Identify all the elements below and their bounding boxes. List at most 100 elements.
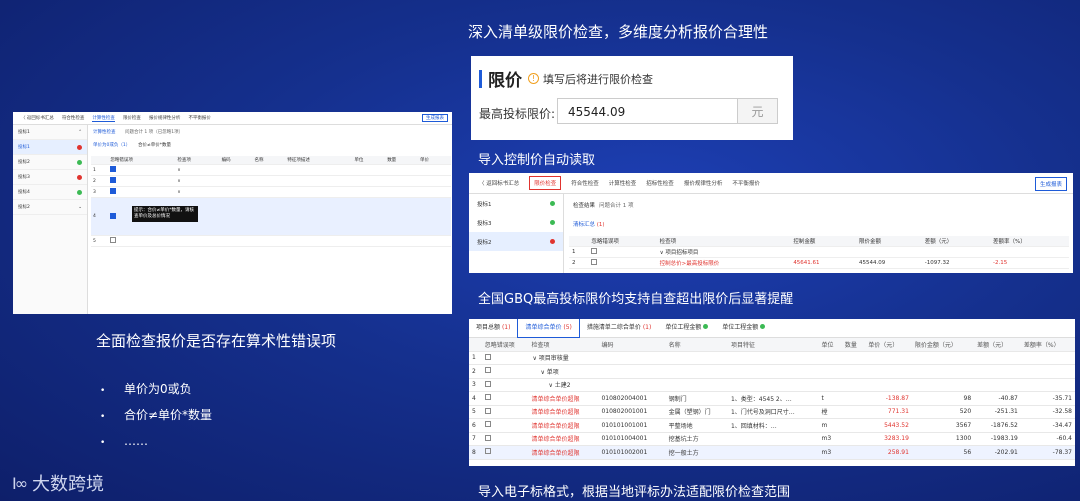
sidebar-item[interactable]: 投标4	[13, 185, 87, 200]
caption-arith-check: 全面检查报价是否存在算术性错误项	[96, 332, 337, 350]
cell-qty	[841, 364, 866, 379]
table-row: 3 ∨ 土建2	[469, 378, 1075, 392]
subtab-summary[interactable]: 清标汇总 (1)	[573, 220, 605, 228]
ignore-checkbox[interactable]	[110, 188, 117, 194]
report-button[interactable]: 生成报表	[422, 114, 448, 122]
tab-pattern[interactable]: 报价规律性分析	[684, 179, 723, 187]
title-bar	[479, 69, 482, 88]
error-icon	[550, 239, 555, 244]
sidebar-group[interactable]: 投标1 ⌃	[13, 125, 87, 140]
bullet-item: ……	[100, 429, 212, 455]
sidebar-item[interactable]: 投标2	[13, 155, 87, 170]
table-row: 6 清单综合单价超限 010101001001 平整场地 1、回填材料：… m 5443.5…	[469, 418, 1075, 433]
col-header	[91, 156, 109, 165]
cell-diff: -251.31	[974, 405, 1021, 419]
ignore-checkbox[interactable]	[110, 166, 117, 172]
ignore-checkbox[interactable]	[591, 259, 598, 265]
ignore-checkbox[interactable]	[110, 212, 117, 219]
cell-unit: m	[818, 418, 842, 433]
cell-limit: 98	[911, 391, 975, 406]
ignore-checkbox[interactable]	[484, 353, 491, 360]
col-header: 编码	[598, 338, 666, 352]
tab-calc[interactable]: 计算性检查	[609, 179, 637, 187]
table-row: 7 清单综合单价超限 010101004001 挖基坑土方 m3 3283.19 1300-…	[469, 432, 1075, 446]
bid-sidebar: 投标1 投标3 投标2	[469, 194, 564, 273]
ignore-checkbox[interactable]	[484, 394, 491, 401]
cell-feat: 1、门代号及洞口尺寸…	[727, 405, 819, 419]
logo-mark-icon: Ⅰ∞	[12, 473, 28, 493]
tab-unit-amount[interactable]: 单位工程金额	[658, 319, 715, 337]
ignore-checkbox[interactable]	[110, 177, 117, 183]
ignore-checkbox[interactable]	[484, 434, 491, 441]
tab-measure-unit-price[interactable]: 措施清单二综合单价 (1)	[580, 319, 658, 337]
col-header: 差额率（%）	[1020, 338, 1075, 352]
sidebar-item[interactable]: 投标2	[469, 232, 563, 251]
cell-diff	[974, 351, 1021, 365]
tab-unbalanced[interactable]: 不平衡报价	[732, 179, 760, 187]
tab-compliance[interactable]: 符合性检查	[571, 179, 599, 187]
tab-unbalanced[interactable]: 不平衡报价	[188, 115, 211, 121]
ignore-checkbox[interactable]	[591, 248, 598, 254]
col-header: 忽略错误项	[481, 338, 529, 352]
cell-price	[865, 364, 912, 379]
report-button[interactable]: 生成报表	[1034, 177, 1067, 191]
tab-back[interactable]: 〈 返回标书汇总	[479, 179, 519, 187]
sidebar-item[interactable]: 投标3	[13, 170, 87, 185]
cell-limit: 520	[911, 405, 975, 419]
ignore-checkbox[interactable]	[484, 380, 491, 387]
tab-project-total[interactable]: 项目总额 (1)	[469, 319, 517, 337]
tab-limit[interactable]: 限价检查	[123, 115, 141, 121]
caption-limit-check: 深入清单级限价检查，多维度分析报价合理性	[468, 23, 769, 41]
ignore-checkbox[interactable]	[110, 237, 117, 243]
cell-code: 010101001001	[598, 418, 666, 433]
subtab-total-mismatch[interactable]: 合价≠单价*数量	[138, 142, 171, 148]
tab-unit-amount-2[interactable]: 单位工程金额	[715, 319, 772, 337]
cell-name: 挖一般土方	[665, 445, 728, 460]
cell-code: 010101004001	[598, 432, 666, 446]
cell-qty	[841, 391, 866, 406]
tab-list-unit-price[interactable]: 清单综合单价 (5)	[517, 319, 580, 338]
sidebar-item-label: 投标1	[18, 145, 30, 150]
tab-limit[interactable]: 限价检查	[529, 176, 562, 190]
cell-rate	[1020, 364, 1075, 379]
cell-feat: 1、类型：4545 2、…	[727, 391, 819, 406]
tooltip: 提示：合价≠单价*数量，请核查单价及总价情况	[132, 206, 198, 222]
cell-code	[598, 378, 666, 392]
col-header: 特征项描述	[285, 156, 353, 165]
limit-hint: 填写后将进行限价检查	[543, 72, 653, 86]
tab-item[interactable]: 招标性检查	[646, 179, 674, 187]
ok-icon	[703, 324, 709, 329]
col-header: 差额（元）	[974, 338, 1021, 352]
ignore-checkbox[interactable]	[484, 421, 491, 428]
sidebar-item[interactable]: 投标3	[469, 213, 563, 232]
tab-pattern[interactable]: 报价规律性分析	[149, 115, 181, 121]
tab-compliance[interactable]: 符合性检查	[62, 115, 85, 121]
ignore-checkbox[interactable]	[484, 448, 491, 455]
cell-name	[665, 378, 728, 392]
col-header: 忽略错误项	[588, 236, 657, 247]
table-row: 2 控制总价>最高投标限价 45641.61 45544.09 -1097.32 -2…	[569, 257, 1069, 269]
error-icon	[77, 144, 82, 150]
subtab-zero-price[interactable]: 单价为0或负（1）	[93, 142, 130, 148]
ignore-checkbox[interactable]	[484, 407, 491, 414]
tab-calc[interactable]: 计算性检查	[92, 115, 115, 122]
cell-item: 清单综合单价超限	[528, 418, 599, 433]
sidebar-item[interactable]: 投标1	[469, 194, 563, 213]
caption-gbq-remind: 全国GBQ最高投标限价均支持自查超出限价后显著提醒	[478, 292, 794, 307]
tab-back[interactable]: 〈 返回标书汇总	[21, 115, 54, 121]
section-title: 计算性检查	[93, 130, 116, 135]
cell-diff: -1983.19	[974, 432, 1021, 446]
ok-icon	[550, 220, 555, 225]
table-row: 5	[91, 235, 451, 247]
brand-logo: Ⅰ∞ 大数跨境	[12, 470, 104, 496]
cell-name: 平整场地	[665, 418, 728, 433]
cell-code: 010802004001	[598, 391, 666, 406]
sidebar-group[interactable]: 投标2 ⌄	[13, 200, 87, 215]
table-row: 4 清单综合单价超限 010802004001 钢制门 1、类型：4545 2、… t -1…	[469, 391, 1075, 406]
sidebar-item[interactable]: 投标1	[13, 140, 87, 155]
col-header: 名称	[252, 156, 286, 165]
ignore-checkbox[interactable]	[484, 367, 491, 374]
limit-price-input[interactable]: 45544.09	[557, 98, 738, 124]
result-table: 忽略错误项 检查项 控制金额 限价金额 差额（元） 差额率（%） 1 ∨ 项目招…	[569, 236, 1069, 269]
cell-limit: 1300	[911, 432, 975, 446]
